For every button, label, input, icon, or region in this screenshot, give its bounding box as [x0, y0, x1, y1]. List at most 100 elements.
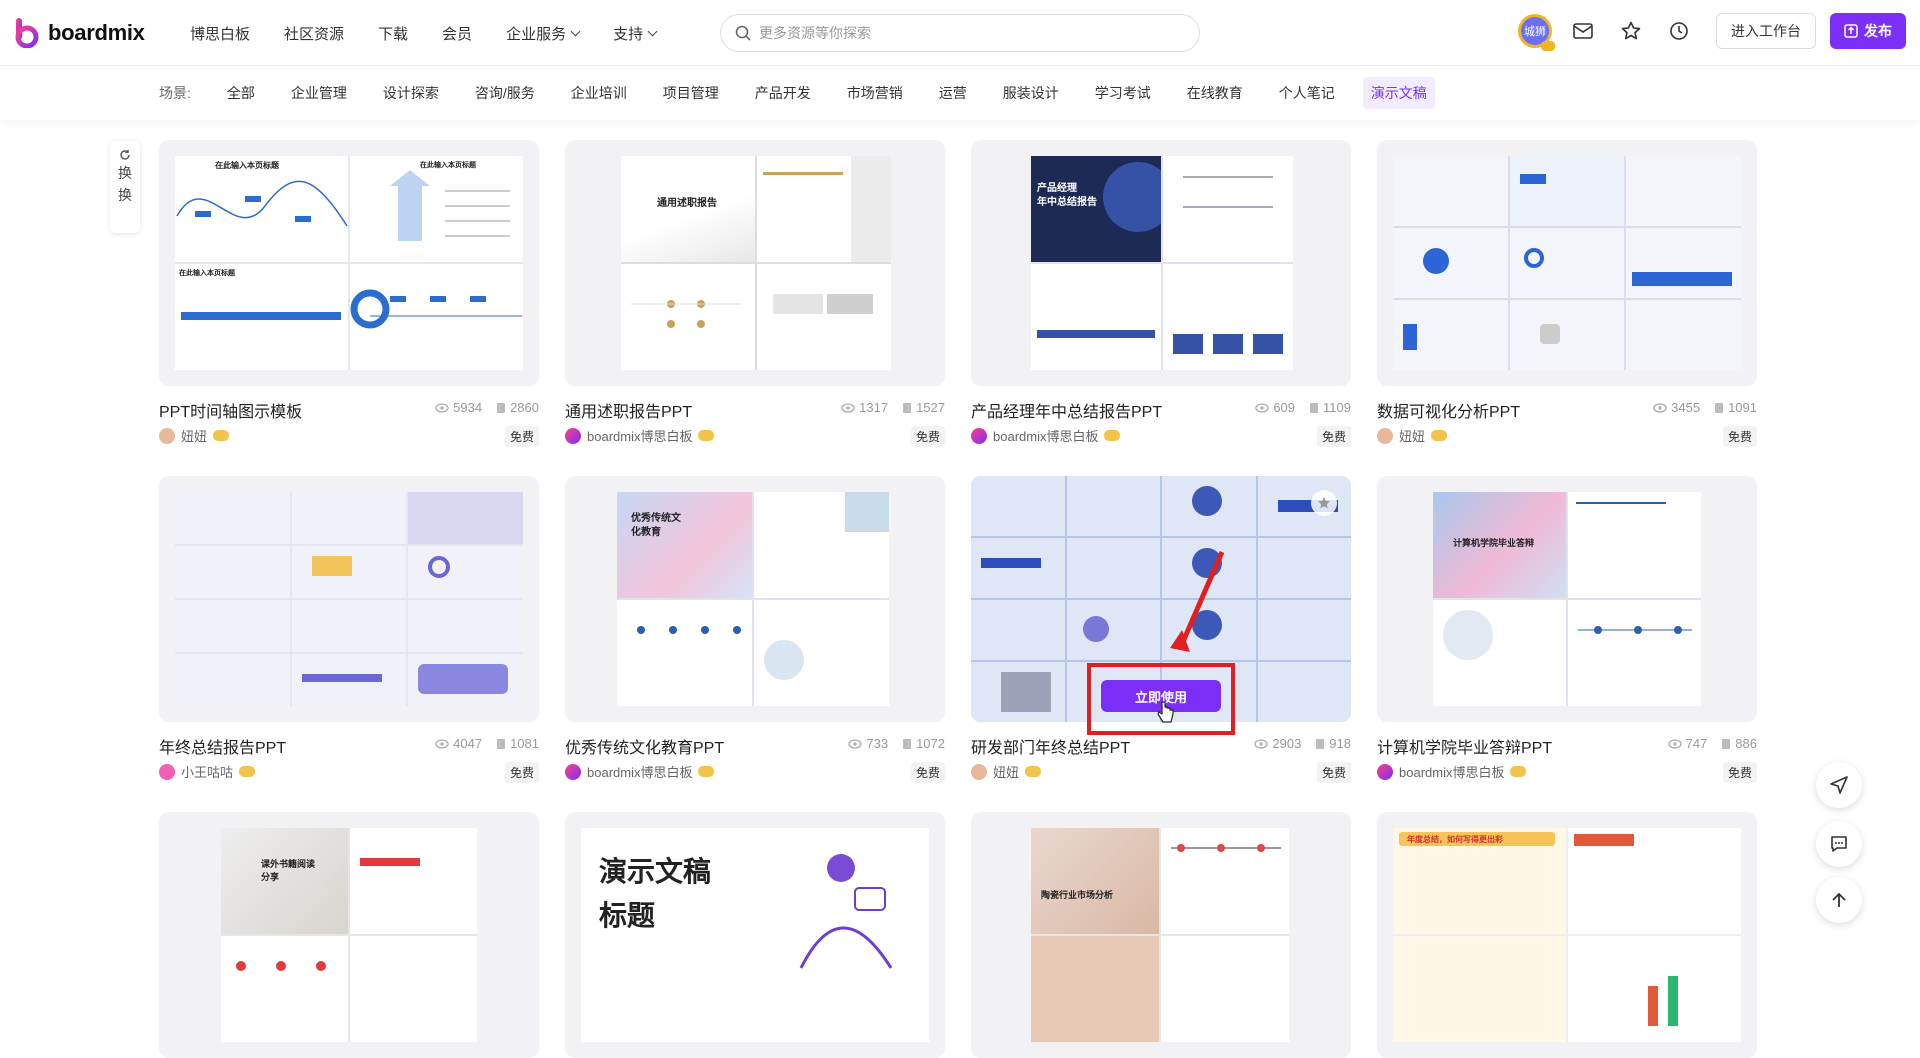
thumb-text: 在此输入本页标题: [179, 270, 235, 277]
scene-item[interactable]: 企业管理: [283, 77, 355, 109]
template-card[interactable]: 在此输入本页标题 在此输入本页标题 在此输入本页标题 PPT时间轴图示模板 59…: [159, 140, 539, 447]
card-author[interactable]: boardmix博思白板: [971, 426, 1121, 445]
nav-item-support[interactable]: 支持: [613, 23, 658, 44]
template-card[interactable]: 年度总结，如何写得更出彩: [1377, 812, 1757, 1058]
template-card[interactable]: 产品经理 年中总结报告 产品经理年中总结报告PPT 609 1109 boardm…: [971, 140, 1351, 447]
card-author[interactable]: 妞妞: [1377, 426, 1448, 445]
scene-item[interactable]: 学习考试: [1087, 77, 1159, 109]
template-thumbnail[interactable]: 演示文稿 标题: [565, 812, 945, 1058]
card-title[interactable]: 年终总结报告PPT: [159, 734, 286, 758]
card-title[interactable]: PPT时间轴图示模板: [159, 398, 302, 422]
feedback-button[interactable]: [1816, 821, 1862, 867]
send-icon: [1830, 776, 1848, 794]
template-card[interactable]: 课外书籍阅读 分享: [159, 812, 539, 1058]
free-badge: 免费: [1722, 762, 1757, 783]
template-thumbnail[interactable]: 优秀传统文 化教育: [565, 476, 945, 722]
mail-icon[interactable]: [1566, 14, 1600, 48]
card-title[interactable]: 计算机学院毕业答辩PPT: [1377, 734, 1552, 758]
nav-item-enterprise[interactable]: 企业服务: [506, 23, 581, 44]
scene-item[interactable]: 企业培训: [563, 77, 635, 109]
template-thumbnail[interactable]: 通用述职报告: [565, 140, 945, 386]
template-card[interactable]: 计算机学院毕业答辩 计算机学院毕业答辩PPT 747 886 boardmix博…: [1377, 476, 1757, 783]
favorite-star-icon[interactable]: [1311, 490, 1337, 516]
thumb-text: 通用述职报告: [657, 198, 717, 209]
thumb-text: 分享: [261, 872, 280, 882]
avatar: [971, 763, 987, 780]
scene-item[interactable]: 在线教育: [1179, 77, 1251, 109]
star-icon[interactable]: [1614, 14, 1648, 48]
avatar: [159, 427, 175, 444]
template-card[interactable]: 年终总结报告PPT 4047 1081 小王咕咕 免费: [159, 476, 539, 783]
template-thumbnail[interactable]: 计算机学院毕业答辩: [1377, 476, 1757, 722]
card-author[interactable]: 小王咕咕: [159, 762, 256, 781]
view-count: 733: [866, 736, 889, 751]
template-card[interactable]: 演示文稿 标题: [565, 812, 945, 1058]
clock-icon[interactable]: [1662, 14, 1696, 48]
scene-item-presentation-active[interactable]: 演示文稿: [1362, 77, 1435, 109]
template-thumbnail[interactable]: 课外书籍阅读 分享: [159, 812, 539, 1058]
author-name: boardmix博思白板: [587, 765, 693, 780]
brand-logo[interactable]: boardmix: [14, 18, 145, 49]
card-title[interactable]: 通用述职报告PPT: [565, 398, 692, 422]
nav-item-download[interactable]: 下载: [378, 23, 408, 44]
coin-icon: [1510, 766, 1527, 777]
card-title[interactable]: 研发部门年终总结PPT: [971, 734, 1130, 758]
copy-count: 2860: [510, 400, 539, 415]
coin-icon: [1025, 766, 1042, 777]
card-author[interactable]: boardmix博思白板: [1377, 762, 1527, 781]
scene-item[interactable]: 项目管理: [655, 77, 727, 109]
arrow-up-icon: [1832, 892, 1846, 907]
template-thumbnail[interactable]: 产品经理 年中总结报告: [971, 140, 1351, 386]
user-avatar[interactable]: 城狮: [1518, 14, 1555, 51]
nav-item-community[interactable]: 社区资源: [284, 23, 344, 44]
card-author[interactable]: 妞妞: [971, 762, 1042, 781]
workspace-button[interactable]: 进入工作台: [1716, 13, 1816, 49]
template-thumbnail[interactable]: [159, 476, 539, 722]
view-count: 3455: [1671, 400, 1701, 415]
template-card[interactable]: 陶瓷行业市场分析: [971, 812, 1351, 1058]
thumb-text: 年中总结报告: [1037, 197, 1097, 208]
scene-item[interactable]: 市场营销: [839, 77, 911, 109]
coin-icon: [698, 430, 715, 441]
refresh-button[interactable]: 换 换: [110, 141, 140, 233]
scene-item[interactable]: 设计探索: [375, 77, 447, 109]
template-thumbnail[interactable]: 陶瓷行业市场分析: [971, 812, 1351, 1058]
template-card[interactable]: 数据可视化分析PPT 3455 1091 妞妞 免费: [1377, 140, 1757, 447]
template-thumbnail[interactable]: [1377, 140, 1757, 386]
eye-icon: [1667, 738, 1682, 749]
eye-icon: [1653, 402, 1667, 413]
brand-name: boardmix: [48, 20, 145, 45]
eye-icon: [435, 402, 449, 413]
template-thumbnail[interactable]: 年度总结，如何写得更出彩: [1377, 812, 1757, 1058]
template-thumbnail[interactable]: 在此输入本页标题 在此输入本页标题 在此输入本页标题: [159, 140, 539, 386]
author-name: boardmix博思白板: [587, 429, 693, 444]
nav-item-membership[interactable]: 会员: [442, 23, 472, 44]
search-box[interactable]: [720, 14, 1200, 52]
card-author[interactable]: boardmix博思白板: [565, 762, 715, 781]
thumb-text: 计算机学院毕业答辩: [1453, 538, 1535, 548]
card-title[interactable]: 产品经理年中总结报告PPT: [971, 398, 1162, 422]
back-to-top-button[interactable]: [1816, 877, 1862, 923]
template-card[interactable]: 优秀传统文 化教育 优秀传统文化教育PPT 733 1072 boardmix博思…: [565, 476, 945, 783]
scene-item-all[interactable]: 全部: [219, 77, 263, 109]
scene-item[interactable]: 咨询/服务: [467, 77, 543, 109]
thumb-text: 陶瓷行业市场分析: [1041, 890, 1114, 900]
card-author[interactable]: boardmix博思白板: [565, 426, 715, 445]
scene-item[interactable]: 产品开发: [747, 77, 819, 109]
copy-icon: [1715, 402, 1724, 413]
scene-item[interactable]: 服装设计: [995, 77, 1067, 109]
free-badge: 免费: [504, 762, 539, 783]
card-title[interactable]: 优秀传统文化教育PPT: [565, 734, 724, 758]
chevron-down-icon: [647, 26, 658, 36]
template-card[interactable]: 通用述职报告 通用述职报告PPT 1317 1527 boardmix博思白板 …: [565, 140, 945, 447]
card-title[interactable]: 数据可视化分析PPT: [1377, 398, 1520, 422]
nav-item-whiteboard[interactable]: 博思白板: [190, 23, 250, 44]
scene-item[interactable]: 个人笔记: [1271, 77, 1343, 109]
scene-item[interactable]: 运营: [931, 77, 975, 109]
card-author[interactable]: 妞妞: [159, 426, 230, 445]
avatar: [159, 763, 175, 780]
share-button[interactable]: [1816, 762, 1862, 808]
author-name: 小王咕咕: [181, 765, 234, 780]
search-input[interactable]: [759, 25, 1179, 41]
publish-button[interactable]: 发布: [1830, 13, 1906, 49]
